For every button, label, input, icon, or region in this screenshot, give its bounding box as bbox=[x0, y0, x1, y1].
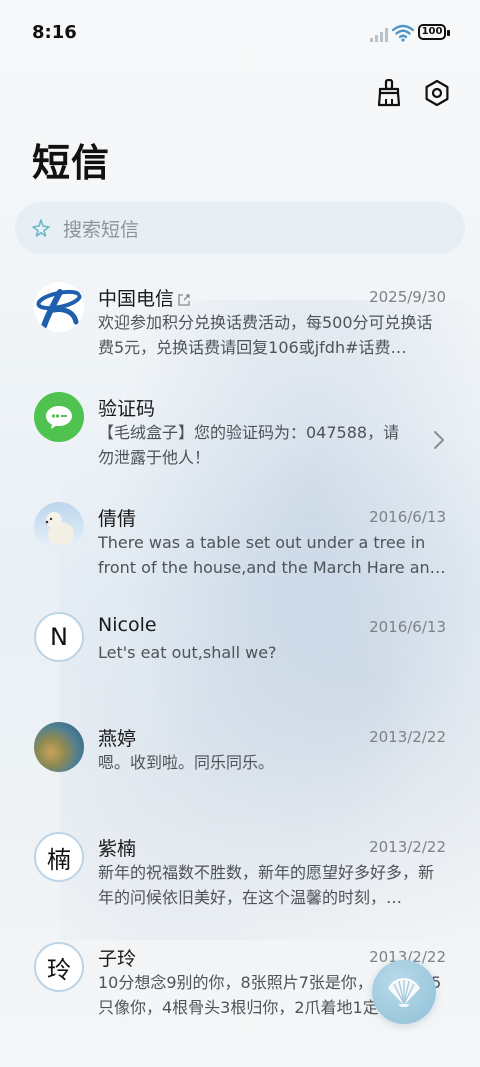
contact-name: 倩倩 bbox=[98, 508, 137, 530]
conversation-item[interactable]: N Nicole 2016/6/13 Let's eat out,shall w… bbox=[0, 600, 480, 710]
message-icon bbox=[34, 392, 84, 442]
conversation-item[interactable]: 中国电信 2025/9/30 欢迎参加积分兑换话费活动，每500分可兑换话费5元… bbox=[0, 270, 480, 380]
conversation-list: 中国电信 2025/9/30 欢迎参加积分兑换话费活动，每500分可兑换话费5元… bbox=[0, 270, 480, 1040]
compose-button[interactable] bbox=[372, 960, 436, 1024]
conversation-item[interactable]: 燕婷 2013/2/22 嗯。收到啦。同乐同乐。 bbox=[0, 710, 480, 820]
page-title: 短信 bbox=[32, 141, 111, 185]
message-preview: Let's eat out,shall we? bbox=[98, 643, 277, 662]
clean-button[interactable] bbox=[374, 78, 404, 108]
message-preview: 【毛绒盒子】您的验证码为：047588，请勿泄露于他人！ bbox=[98, 423, 400, 467]
polar-bear-photo bbox=[34, 502, 84, 552]
message-preview: 欢迎参加积分兑换话费活动，每500分可兑换话费5元，兑换话费请回复106或jfd… bbox=[98, 313, 433, 357]
search-bar[interactable]: 搜索短信 bbox=[15, 202, 465, 254]
battery-level: 100 bbox=[418, 24, 446, 40]
avatar: 玲 bbox=[34, 942, 84, 992]
contact-name: 紫楠 bbox=[98, 838, 137, 860]
gear-icon bbox=[425, 79, 449, 107]
message-preview: There was a table set out under a tree i… bbox=[98, 533, 446, 577]
avatar: N bbox=[34, 612, 84, 662]
conversation-item[interactable]: 倩倩 2016/6/13 There was a table set out u… bbox=[0, 490, 480, 600]
broom-icon bbox=[377, 79, 401, 107]
battery-icon: 100 bbox=[418, 22, 452, 44]
message-date: 2013/2/22 bbox=[369, 838, 446, 856]
wifi-icon bbox=[392, 24, 414, 42]
sparkle-search-icon bbox=[32, 219, 50, 237]
contact-name: Nicole bbox=[98, 614, 157, 636]
chevron-right-icon[interactable] bbox=[432, 430, 446, 450]
search-placeholder: 搜索短信 bbox=[63, 218, 140, 241]
china-telecom-logo bbox=[34, 282, 84, 332]
message-preview: 嗯。收到啦。同乐同乐。 bbox=[98, 753, 275, 772]
avatar: 楠 bbox=[34, 832, 84, 882]
shell-icon bbox=[388, 978, 420, 1007]
header-actions bbox=[374, 78, 452, 108]
contact-name: 子玲 bbox=[98, 948, 137, 970]
contact-name: 燕婷 bbox=[98, 728, 137, 750]
signal-icon bbox=[370, 28, 388, 42]
status-time: 8:16 bbox=[32, 22, 77, 43]
landscape-photo bbox=[34, 722, 84, 772]
message-date: 2025/9/30 bbox=[369, 288, 446, 306]
message-date: 2016/6/13 bbox=[369, 508, 446, 526]
settings-button[interactable] bbox=[422, 78, 452, 108]
conversation-item[interactable]: 验证码 【毛绒盒子】您的验证码为：047588，请勿泄露于他人！ bbox=[0, 380, 480, 490]
message-date: 2013/2/22 bbox=[369, 728, 446, 746]
message-date: 2016/6/13 bbox=[369, 618, 446, 636]
contact-name: 验证码 bbox=[98, 398, 156, 420]
conversation-item[interactable]: 楠 紫楠 2013/2/22 新年的祝福数不胜数，新年的愿望好多好多，新年的问候… bbox=[0, 820, 480, 930]
message-preview: 新年的祝福数不胜数，新年的愿望好多好多，新年的问候依旧美好，在这个温馨的时刻，… bbox=[98, 863, 435, 907]
status-bar: 8:16 100 bbox=[0, 0, 480, 68]
contact-name: 中国电信 bbox=[98, 284, 190, 311]
external-link-icon bbox=[178, 293, 190, 306]
